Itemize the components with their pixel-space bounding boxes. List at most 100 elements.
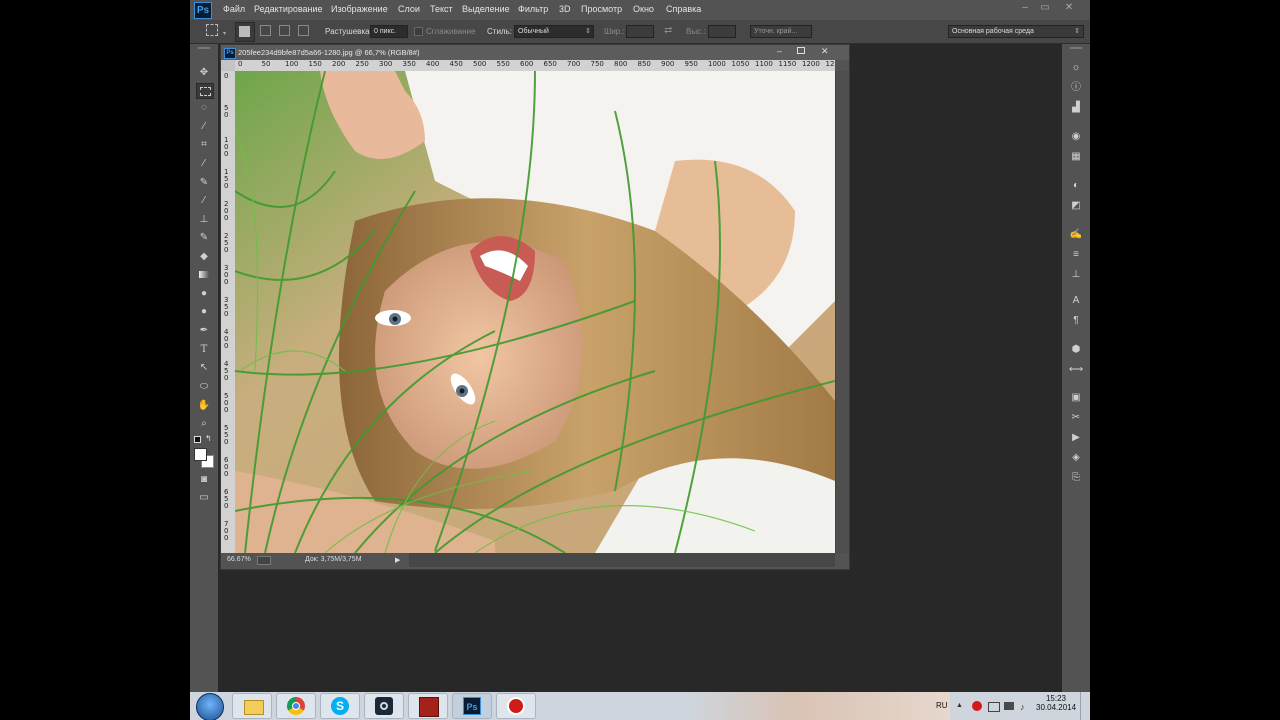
taskbar-chrome[interactable] bbox=[276, 693, 316, 719]
swap-colors-icon[interactable]: ↰ bbox=[205, 434, 212, 443]
width-input[interactable] bbox=[626, 25, 654, 38]
menu-filter[interactable]: Фильтр bbox=[518, 4, 548, 14]
taskbar-skype[interactable]: S bbox=[320, 693, 360, 719]
menu-3d[interactable]: 3D bbox=[559, 4, 571, 14]
brush-presets-icon[interactable]: ≡ bbox=[1068, 248, 1084, 262]
image-canvas[interactable] bbox=[235, 71, 835, 553]
swatches-icon[interactable]: ◉ bbox=[1068, 130, 1084, 144]
tray-record-icon[interactable] bbox=[972, 701, 982, 711]
menu-layers[interactable]: Слои bbox=[398, 4, 420, 14]
shape-tool-icon[interactable]: ⬭ bbox=[196, 380, 212, 394]
marquee-tool-icon[interactable] bbox=[196, 83, 214, 99]
path-select-tool-icon[interactable]: ↖ bbox=[196, 361, 212, 375]
layer-comps-icon[interactable]: ▣ bbox=[1068, 391, 1084, 405]
vertical-ruler[interactable]: 0 5 0 1 0 0 1 5 0 2 0 0 2 5 0 3 0 0 3 5 0 4 0 0 4… bbox=[221, 71, 235, 553]
antialias-checkbox[interactable] bbox=[414, 27, 423, 36]
taskbar-dota2[interactable] bbox=[408, 693, 448, 719]
taskbar-explorer[interactable] bbox=[232, 693, 272, 719]
feather-input[interactable]: 0 пикс. bbox=[370, 25, 408, 38]
hand-tool-icon[interactable]: ✋ bbox=[196, 399, 212, 413]
doc-maximize-icon[interactable] bbox=[797, 47, 805, 54]
crop-tool-icon[interactable]: ⌗ bbox=[196, 138, 212, 152]
tray-expand-icon[interactable]: ▲ bbox=[956, 702, 963, 709]
tray-clock[interactable]: 15:23 30.04.2014 bbox=[1036, 694, 1076, 712]
quick-mask-icon[interactable]: ◙ bbox=[196, 473, 212, 487]
histogram-icon[interactable]: ▟ bbox=[1068, 101, 1084, 115]
doc-minimize-icon[interactable]: – bbox=[777, 46, 782, 56]
lasso-tool-icon[interactable]: ◌ bbox=[196, 101, 212, 115]
tray-network-icon[interactable] bbox=[1004, 702, 1014, 710]
close-icon[interactable]: ✕ bbox=[1060, 2, 1078, 14]
brush-tool-icon[interactable]: ⁄ bbox=[196, 194, 212, 208]
intersect-selection-icon[interactable] bbox=[298, 25, 309, 36]
panel-grip[interactable] bbox=[1070, 47, 1082, 49]
doc-close-icon[interactable]: ✕ bbox=[821, 46, 829, 57]
show-desktop-button[interactable] bbox=[1080, 692, 1090, 720]
menu-window[interactable]: Окно bbox=[633, 4, 654, 14]
document-tab[interactable]: Ps 205fee234d9bfe87d5a66-1280.jpg @ 66,7… bbox=[221, 45, 849, 60]
default-colors-icon[interactable] bbox=[194, 436, 201, 443]
menu-edit[interactable]: Редактирование bbox=[254, 4, 323, 14]
status-menu-arrow-icon[interactable]: ▶ bbox=[395, 556, 400, 564]
move-tool-icon[interactable]: ✥ bbox=[196, 66, 212, 80]
menu-type[interactable]: Текст bbox=[430, 4, 453, 14]
adjustments-icon[interactable]: ◐ bbox=[1068, 179, 1084, 193]
refine-edge-button[interactable]: Уточн. край... bbox=[750, 25, 812, 38]
language-indicator[interactable]: RU bbox=[936, 701, 948, 710]
blur-tool-icon[interactable]: ● bbox=[196, 287, 212, 301]
info-icon[interactable]: ⓘ bbox=[1068, 81, 1084, 95]
horizontal-ruler[interactable]: 0 50 100 150 200 250 300 350 400 450 500 550 600 650 7… bbox=[235, 60, 835, 71]
foreground-color-swatch[interactable] bbox=[194, 448, 207, 461]
taskbar-recorder[interactable] bbox=[496, 693, 536, 719]
actions-icon[interactable]: ▶ bbox=[1068, 431, 1084, 445]
horizontal-scrollbar[interactable] bbox=[409, 553, 835, 567]
zoom-level[interactable]: 66.67% bbox=[227, 556, 251, 563]
start-orb-icon[interactable] bbox=[196, 693, 224, 720]
history-icon[interactable]: ⎘ bbox=[1068, 471, 1084, 485]
paragraph-icon[interactable]: ¶ bbox=[1068, 314, 1084, 328]
tray-flag-icon[interactable] bbox=[988, 702, 1000, 712]
style-select[interactable]: Обычный ⇕ bbox=[514, 25, 594, 38]
tool-presets-icon[interactable]: ✂ bbox=[1068, 411, 1084, 425]
marquee-preset-icon[interactable] bbox=[206, 24, 218, 36]
minimize-icon[interactable]: – bbox=[1016, 2, 1034, 14]
gradient-tool-icon[interactable] bbox=[196, 268, 212, 282]
layers-icon[interactable]: ◈ bbox=[1068, 451, 1084, 465]
styles-icon[interactable]: ◩ bbox=[1068, 199, 1084, 213]
taskbar-photoshop[interactable]: Ps bbox=[452, 693, 492, 719]
ruler-origin[interactable] bbox=[221, 60, 235, 71]
type-tool-icon[interactable]: T bbox=[196, 343, 212, 357]
zoom-tool-icon[interactable]: ⌕ bbox=[196, 417, 212, 431]
clone-source-icon[interactable]: ⊥ bbox=[1068, 268, 1084, 282]
menu-file[interactable]: Файл bbox=[223, 4, 245, 14]
clone-stamp-tool-icon[interactable]: ⊥ bbox=[196, 213, 212, 227]
menu-help[interactable]: Справка bbox=[666, 4, 701, 14]
height-input[interactable] bbox=[708, 25, 736, 38]
quick-select-tool-icon[interactable]: ⁄ bbox=[196, 120, 212, 134]
maximize-icon[interactable]: ▭ bbox=[1036, 2, 1054, 14]
subtract-selection-icon[interactable] bbox=[279, 25, 290, 36]
eraser-tool-icon[interactable]: ◆ bbox=[196, 250, 212, 264]
menu-select[interactable]: Выделение bbox=[462, 4, 510, 14]
add-selection-icon[interactable] bbox=[260, 25, 271, 36]
swap-dimensions-icon[interactable]: ⇄ bbox=[664, 25, 672, 36]
screen-mode-icon[interactable]: ▭ bbox=[196, 491, 212, 505]
eyedropper-tool-icon[interactable]: ⁄ bbox=[196, 157, 212, 171]
tray-volume-icon[interactable]: ♪ bbox=[1020, 702, 1025, 712]
taskbar-steam[interactable] bbox=[364, 693, 404, 719]
brush-icon[interactable]: ✍ bbox=[1068, 228, 1084, 242]
3d-icon[interactable]: ⬢ bbox=[1068, 343, 1084, 357]
status-preview-icon[interactable] bbox=[257, 556, 271, 565]
character-icon[interactable]: A bbox=[1068, 294, 1084, 308]
healing-brush-tool-icon[interactable]: ✎ bbox=[196, 176, 212, 190]
navigator-icon[interactable]: ⟷ bbox=[1068, 363, 1084, 377]
brightness-icon[interactable]: ☼ bbox=[1068, 61, 1084, 75]
history-brush-tool-icon[interactable]: ✎ bbox=[196, 231, 212, 245]
grid-icon[interactable]: ▦ bbox=[1068, 150, 1084, 164]
menu-view[interactable]: Просмотр bbox=[581, 4, 622, 14]
workspace-select[interactable]: Основная рабочая среда ⇕ bbox=[948, 25, 1084, 38]
chevron-down-icon[interactable]: ▾ bbox=[223, 30, 226, 37]
dodge-tool-icon[interactable]: ● bbox=[196, 305, 212, 319]
panel-grip[interactable] bbox=[198, 47, 210, 49]
menu-image[interactable]: Изображение bbox=[331, 4, 388, 14]
